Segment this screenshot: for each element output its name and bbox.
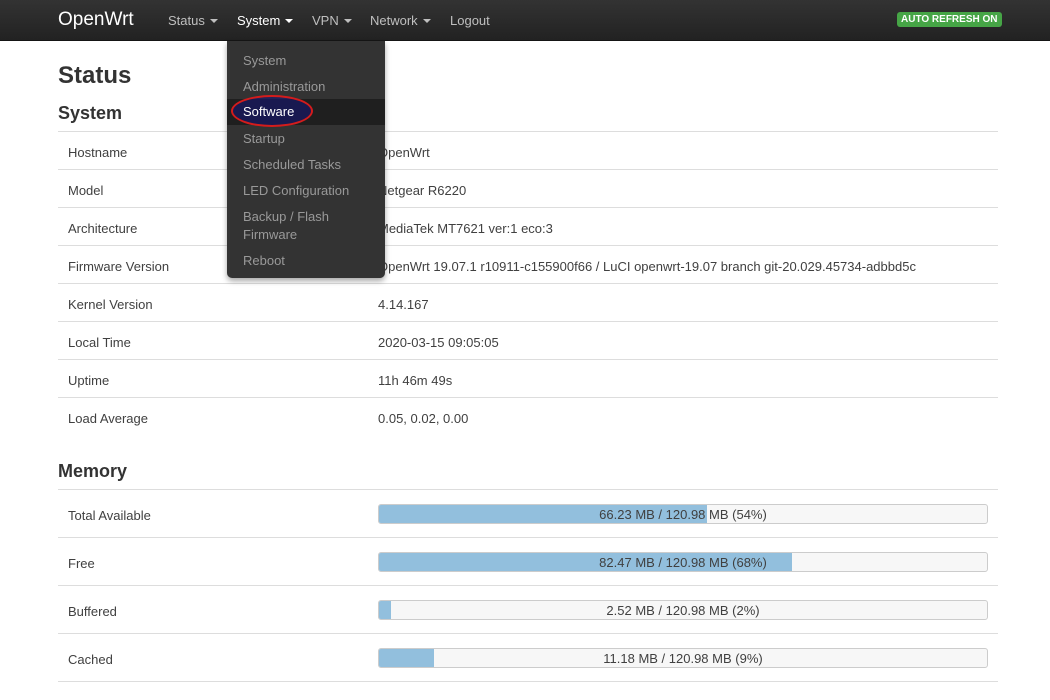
progress-bar: 2.52 MB / 120.98 MB (2%) bbox=[378, 600, 988, 620]
menu-system[interactable]: System bbox=[237, 13, 294, 28]
row-value: 4.14.167 bbox=[378, 297, 429, 312]
row-label: Architecture bbox=[68, 221, 138, 236]
row-value: Netgear R6220 bbox=[378, 183, 467, 198]
row-label: Free bbox=[68, 556, 95, 571]
table-row: Architecture MediaTek MT7621 ver:1 eco:3 bbox=[58, 208, 998, 246]
table-row: Uptime 11h 46m 49s bbox=[58, 360, 998, 398]
caret-down-icon bbox=[422, 18, 431, 23]
dropdown-item-led-configuration[interactable]: LED Configuration bbox=[227, 182, 385, 200]
dropdown-item-backup-flash[interactable]: Backup / Flash bbox=[227, 208, 385, 226]
row-label: Kernel Version bbox=[68, 297, 153, 312]
progress-bar-text: 2.52 MB / 120.98 MB (2%) bbox=[606, 603, 760, 618]
table-row: Cached 11.18 MB / 120.98 MB (9%) bbox=[58, 634, 998, 682]
menu-logout-label: Logout bbox=[450, 13, 490, 28]
auto-refresh-badge[interactable]: AUTO REFRESH ON bbox=[897, 12, 1002, 27]
row-label: Total Available bbox=[68, 508, 151, 523]
progress-bar: 82.47 MB / 120.98 MB (68%) bbox=[378, 552, 988, 572]
row-label: Hostname bbox=[68, 145, 128, 160]
page-title: Status bbox=[58, 62, 132, 89]
row-value: 11h 46m 49s bbox=[378, 373, 453, 388]
table-row: Firmware Version OpenWrt 19.07.1 r10911-… bbox=[58, 246, 998, 284]
row-label: Firmware Version bbox=[68, 259, 170, 274]
row-value: OpenWrt bbox=[378, 145, 430, 160]
row-value: OpenWrt 19.07.1 r10911-c155900f66 / LuCI… bbox=[378, 259, 916, 274]
table-row: Model Netgear R6220 bbox=[58, 170, 998, 208]
menu-network-label: Network bbox=[370, 13, 418, 28]
menu-vpn-label: VPN bbox=[312, 13, 339, 28]
table-row: Total Available 66.23 MB / 120.98 MB (54… bbox=[58, 490, 998, 538]
menu-vpn[interactable]: VPN bbox=[312, 13, 352, 28]
dropdown-item-system[interactable]: System bbox=[227, 52, 385, 70]
dropdown-item-scheduled-tasks[interactable]: Scheduled Tasks bbox=[227, 156, 385, 174]
dropdown-item-reboot[interactable]: Reboot bbox=[227, 252, 385, 270]
row-label: Uptime bbox=[68, 373, 110, 388]
row-label: Model bbox=[68, 183, 104, 198]
table-row: Load Average 0.05, 0.02, 0.00 bbox=[58, 398, 998, 436]
row-value: 0.05, 0.02, 0.00 bbox=[378, 411, 469, 426]
top-navbar: OpenWrt Status System VPN Network Logout… bbox=[0, 0, 1050, 41]
row-label: Load Average bbox=[68, 411, 148, 426]
table-row: Local Time 2020-03-15 09:05:05 bbox=[58, 322, 998, 360]
row-label: Local Time bbox=[68, 335, 131, 350]
system-dropdown-menu: System Administration Startup Scheduled … bbox=[227, 41, 385, 278]
menu-network[interactable]: Network bbox=[370, 13, 431, 28]
system-table: Hostname OpenWrt Model Netgear R6220 Arc… bbox=[58, 132, 998, 436]
table-row: Kernel Version 4.14.167 bbox=[58, 284, 998, 322]
progress-bar-text: 66.23 MB / 120.98 MB (54%) bbox=[599, 507, 767, 522]
row-value: 2020-03-15 09:05:05 bbox=[378, 335, 499, 350]
menu-status[interactable]: Status bbox=[168, 13, 218, 28]
progress-bar: 66.23 MB / 120.98 MB (54%) bbox=[378, 504, 988, 524]
row-value: MediaTek MT7621 ver:1 eco:3 bbox=[378, 221, 553, 236]
table-row: Hostname OpenWrt bbox=[58, 132, 998, 170]
progress-bar-text: 82.47 MB / 120.98 MB (68%) bbox=[599, 555, 767, 570]
section-title-memory: Memory bbox=[58, 461, 128, 481]
table-row: Free 82.47 MB / 120.98 MB (68%) bbox=[58, 538, 998, 586]
progress-bar: 11.18 MB / 120.98 MB (9%) bbox=[378, 648, 988, 668]
row-label: Buffered bbox=[68, 604, 117, 619]
caret-down-icon bbox=[343, 18, 352, 23]
row-label: Cached bbox=[68, 652, 113, 667]
section-title-system: System bbox=[58, 103, 123, 123]
caret-down-icon bbox=[209, 18, 218, 23]
brand-logo[interactable]: OpenWrt bbox=[58, 9, 134, 31]
table-row: Buffered 2.52 MB / 120.98 MB (2%) bbox=[58, 586, 998, 634]
memory-table: Total Available 66.23 MB / 120.98 MB (54… bbox=[58, 490, 998, 682]
dropdown-item-startup[interactable]: Startup bbox=[227, 130, 385, 148]
menu-system-label: System bbox=[237, 13, 281, 28]
menu-status-label: Status bbox=[168, 13, 205, 28]
progress-bar-text: 11.18 MB / 120.98 MB (9%) bbox=[603, 651, 763, 666]
caret-down-icon bbox=[285, 18, 294, 23]
dropdown-item-administration[interactable]: Administration bbox=[227, 78, 385, 96]
dropdown-item-backup-flash-line2[interactable]: Firmware bbox=[227, 226, 385, 244]
dropdown-item-software-label[interactable]: Software bbox=[243, 104, 294, 119]
menu-logout[interactable]: Logout bbox=[450, 13, 490, 28]
